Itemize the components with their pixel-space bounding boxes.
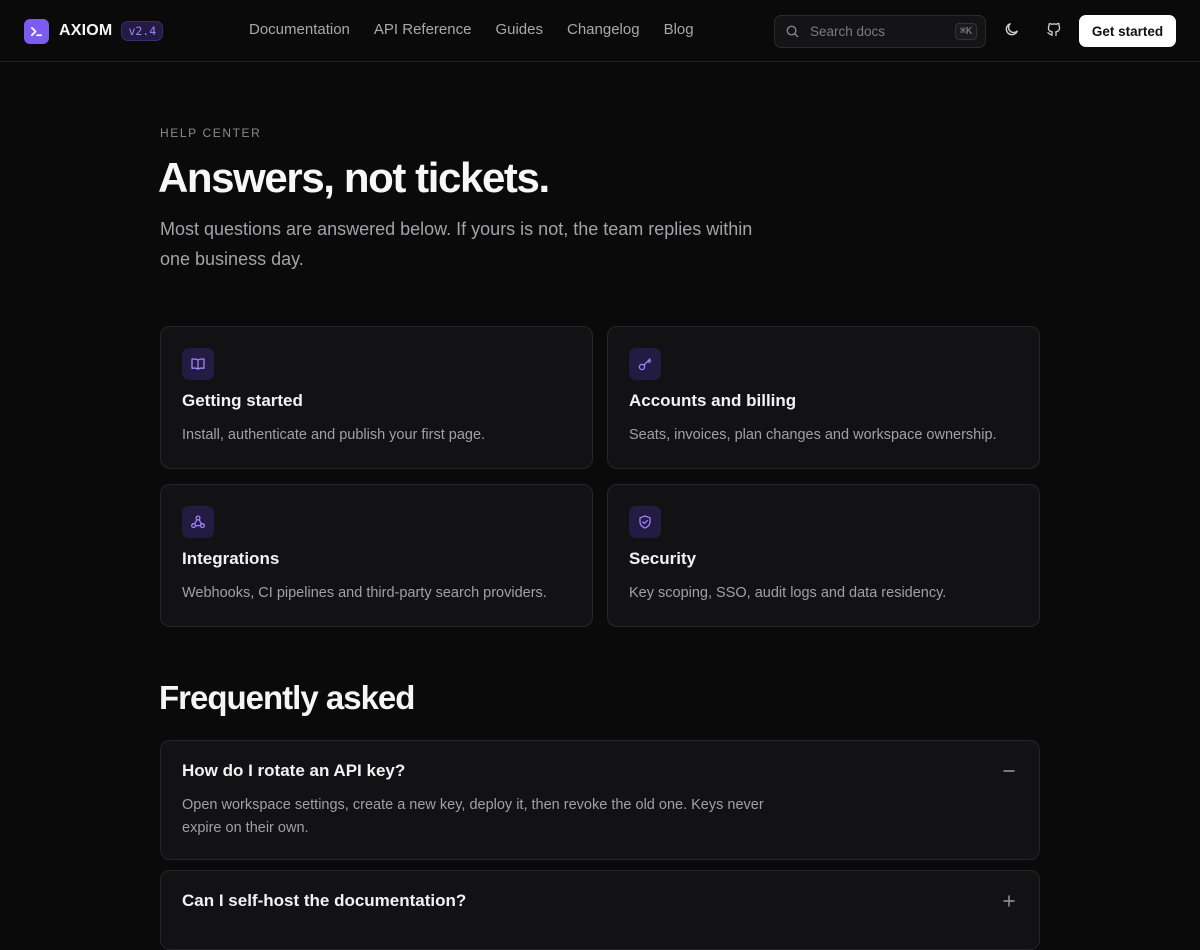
topic-card-description: Install, authenticate and publish your f… <box>182 427 486 443</box>
topic-card-title: Accounts and billing <box>629 391 797 410</box>
topic-card-security[interactable]: Security Key scoping, SSO, audit logs an… <box>607 484 1040 627</box>
nav-link-documentation[interactable]: Documentation <box>249 20 350 40</box>
topic-card-description: Key scoping, SSO, audit logs and data re… <box>629 585 947 601</box>
faq-answer: Open workspace settings, create a new ke… <box>182 797 764 836</box>
page-subtitle: Most questions are answered below. If yo… <box>160 219 753 269</box>
github-icon <box>1046 21 1062 42</box>
search-box[interactable]: ⌘K <box>774 15 986 48</box>
key-icon <box>629 348 661 380</box>
nav-link-guides[interactable]: Guides <box>495 20 543 40</box>
topic-card-description: Webhooks, CI pipelines and third-party s… <box>182 585 547 601</box>
topic-card-accounts-and-billing[interactable]: Accounts and billing Seats, invoices, pl… <box>607 326 1040 469</box>
get-started-button[interactable]: Get started <box>1079 15 1176 47</box>
faq-heading: Frequently asked <box>159 679 415 716</box>
search-input[interactable] <box>808 23 955 40</box>
shield-icon <box>629 506 661 538</box>
nav-link-changelog[interactable]: Changelog <box>567 20 640 40</box>
collapse-minus-icon[interactable] <box>1001 763 1017 779</box>
page-title: Answers, not tickets. <box>158 154 550 201</box>
faq-item[interactable]: How do I rotate an API key? Open workspa… <box>160 740 1040 860</box>
topic-card-getting-started[interactable]: Getting started Install, authenticate an… <box>160 326 593 469</box>
webhook-icon <box>182 506 214 538</box>
topic-card-title: Security <box>629 549 697 568</box>
github-link[interactable] <box>1043 20 1065 42</box>
topic-card-integrations[interactable]: Integrations Webhooks, CI pipelines and … <box>160 484 593 627</box>
nav-link-blog[interactable]: Blog <box>664 20 694 40</box>
faq-question[interactable]: Can I self-host the documentation? <box>182 891 466 911</box>
eyebrow-label: HELP CENTER <box>160 126 262 140</box>
faq-item[interactable]: Can I self-host the documentation? <box>160 870 1040 950</box>
faq-question[interactable]: How do I rotate an API key? <box>182 761 405 781</box>
top-navigation: AXIOM v2.4 Documentation API Reference G… <box>0 0 1200 62</box>
theme-toggle-button[interactable] <box>1001 20 1023 42</box>
expand-plus-icon[interactable] <box>1001 893 1017 909</box>
terminal-logo-icon <box>24 18 49 44</box>
moon-icon <box>1004 21 1020 42</box>
version-badge[interactable]: v2.4 <box>121 21 164 41</box>
brand-name: AXIOM <box>59 22 113 39</box>
nav-link-api-reference[interactable]: API Reference <box>374 20 472 40</box>
book-icon <box>182 348 214 380</box>
topic-card-description: Seats, invoices, plan changes and worksp… <box>629 427 997 443</box>
main-nav: Documentation API Reference Guides Chang… <box>249 20 694 40</box>
search-shortcut-hint: ⌘K <box>954 23 977 40</box>
brand[interactable]: AXIOM v2.4 <box>24 18 164 44</box>
search-icon <box>785 24 800 39</box>
topic-card-title: Getting started <box>182 391 303 410</box>
topic-card-title: Integrations <box>182 549 280 568</box>
